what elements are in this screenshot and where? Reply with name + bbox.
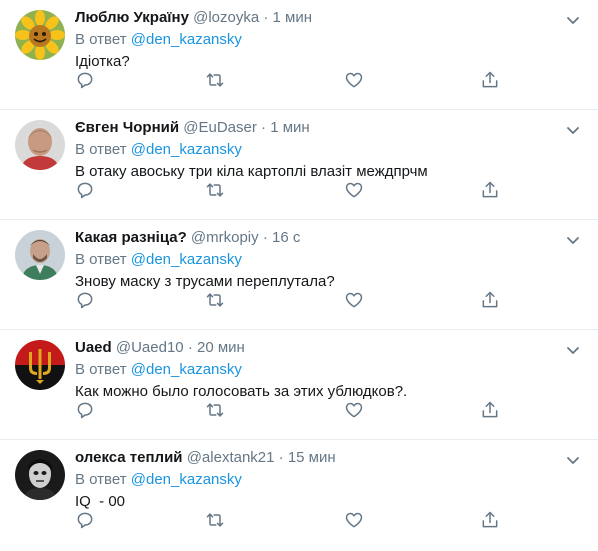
like-icon[interactable] <box>344 400 366 422</box>
reply-to-link[interactable]: @den_kazansky <box>131 471 242 488</box>
share-icon[interactable] <box>480 400 502 422</box>
reply-context: В ответ @den_kazansky <box>75 360 558 380</box>
tweet[interactable]: Uaed @Uaed10 · 20 мин В ответ @den_kazan… <box>0 330 598 440</box>
reply-prefix: В ответ <box>75 361 131 378</box>
chevron-down-icon[interactable] <box>564 11 582 29</box>
reply-prefix: В ответ <box>75 141 131 158</box>
action-bar <box>75 510 515 532</box>
share-icon[interactable] <box>480 70 502 92</box>
action-bar <box>75 70 515 92</box>
tweet-header: Євген Чорний @EuDaser · 1 мин <box>75 118 558 138</box>
reply-prefix: В ответ <box>75 31 131 48</box>
user-handle[interactable]: @EuDaser <box>183 119 257 136</box>
tweet-text: В отаку авоську три кіла картоплі влазіт… <box>75 163 428 180</box>
action-bar <box>75 290 515 312</box>
reply-icon[interactable] <box>75 290 97 312</box>
separator-dot: · <box>261 119 267 136</box>
tweet-header: Uaed @Uaed10 · 20 мин <box>75 338 558 358</box>
reply-to-link[interactable]: @den_kazansky <box>131 31 242 48</box>
share-icon[interactable] <box>480 290 502 312</box>
user-name[interactable]: Люблю Україну <box>75 9 189 26</box>
timestamp[interactable]: 15 мин <box>288 449 336 466</box>
timestamp[interactable]: 1 мин <box>273 9 313 26</box>
retweet-icon[interactable] <box>205 180 227 202</box>
user-handle[interactable]: @mrkopiy <box>191 229 259 246</box>
timestamp[interactable]: 1 мин <box>270 119 310 136</box>
reply-context: В ответ @den_kazansky <box>75 30 558 50</box>
sunflower-avatar <box>15 10 65 60</box>
reply-to-link[interactable]: @den_kazansky <box>131 361 242 378</box>
reply-icon[interactable] <box>75 510 97 532</box>
user-name[interactable]: Uaed <box>75 339 112 356</box>
tweet-text: Знову маску з трусами переплутала? <box>75 273 335 290</box>
action-bar <box>75 180 515 202</box>
user-handle[interactable]: @alextank21 <box>187 449 275 466</box>
reply-icon[interactable] <box>75 400 97 422</box>
tweet-text: Ідіотка? <box>75 53 130 70</box>
avatar[interactable] <box>15 10 65 60</box>
user-handle[interactable]: @lozoyka <box>193 9 259 26</box>
tweet-header: олекса теплий @alextank21 · 15 мин <box>75 448 558 468</box>
reply-prefix: В ответ <box>75 471 131 488</box>
like-icon[interactable] <box>344 180 366 202</box>
reply-feed: Люблю Україну @lozoyka · 1 мин В ответ @… <box>0 0 598 550</box>
user-name[interactable]: Євген Чорний <box>75 119 179 136</box>
reply-context: В ответ @den_kazansky <box>75 140 558 160</box>
user-name[interactable]: Какая разніца? <box>75 229 187 246</box>
timestamp[interactable]: 20 мин <box>197 339 245 356</box>
separator-dot: · <box>187 339 193 356</box>
reply-context: В ответ @den_kazansky <box>75 470 558 490</box>
avatar[interactable] <box>15 450 65 500</box>
tweet-text: IQ - 00 <box>75 493 126 510</box>
avatar[interactable] <box>15 230 65 280</box>
trident-flag-avatar <box>15 340 65 390</box>
man-photo-avatar <box>15 120 65 170</box>
reply-context: В ответ @den_kazansky <box>75 250 558 270</box>
avatar[interactable] <box>15 340 65 390</box>
reply-prefix: В ответ <box>75 251 131 268</box>
retweet-icon[interactable] <box>205 510 227 532</box>
chevron-down-icon[interactable] <box>564 121 582 139</box>
like-icon[interactable] <box>344 70 366 92</box>
chevron-down-icon[interactable] <box>564 231 582 249</box>
tweet[interactable]: Какая разніца? @mrkopiy · 16 с В ответ @… <box>0 220 598 330</box>
retweet-icon[interactable] <box>205 70 227 92</box>
user-name[interactable]: олекса теплий <box>75 449 183 466</box>
like-icon[interactable] <box>344 290 366 312</box>
tweet-text: Как можно было голосовать за этих ублюдк… <box>75 383 408 400</box>
timestamp[interactable]: 16 с <box>272 229 300 246</box>
man-photo-avatar <box>15 230 65 280</box>
tweet[interactable]: Євген Чорний @EuDaser · 1 мин В ответ @d… <box>0 110 598 220</box>
user-handle[interactable]: @Uaed10 <box>116 339 184 356</box>
reply-icon[interactable] <box>75 180 97 202</box>
retweet-icon[interactable] <box>205 400 227 422</box>
share-icon[interactable] <box>480 180 502 202</box>
tweet-header: Какая разніца? @mrkopiy · 16 с <box>75 228 558 248</box>
separator-dot: · <box>262 229 268 246</box>
action-bar <box>75 400 515 422</box>
tweet[interactable]: Люблю Україну @lozoyka · 1 мин В ответ @… <box>0 0 598 110</box>
dark-face-avatar <box>15 450 65 500</box>
avatar[interactable] <box>15 120 65 170</box>
tweet-header: Люблю Україну @lozoyka · 1 мин <box>75 8 558 28</box>
reply-to-link[interactable]: @den_kazansky <box>131 141 242 158</box>
reply-icon[interactable] <box>75 70 97 92</box>
separator-dot: · <box>263 9 269 26</box>
chevron-down-icon[interactable] <box>564 451 582 469</box>
share-icon[interactable] <box>480 510 502 532</box>
retweet-icon[interactable] <box>205 290 227 312</box>
like-icon[interactable] <box>344 510 366 532</box>
chevron-down-icon[interactable] <box>564 341 582 359</box>
tweet[interactable]: олекса теплий @alextank21 · 15 мин В отв… <box>0 440 598 550</box>
separator-dot: · <box>278 449 284 466</box>
reply-to-link[interactable]: @den_kazansky <box>131 251 242 268</box>
